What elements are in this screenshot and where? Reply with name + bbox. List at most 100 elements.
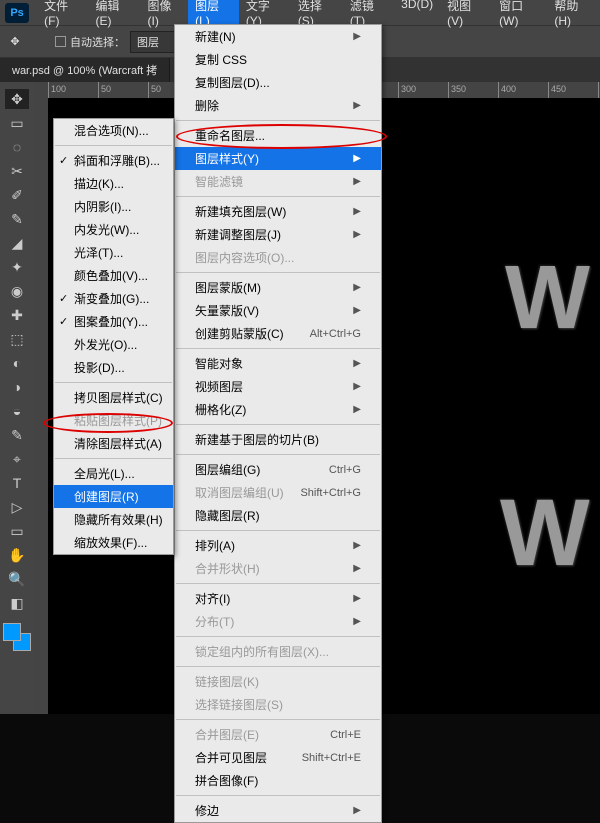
style-submenu-item-8[interactable]: ✓渐变叠加(G)... (54, 287, 173, 310)
ruler-tick: 350 (448, 82, 498, 98)
tool-button-5[interactable]: ✎ (5, 209, 29, 229)
tool-button-20[interactable]: 🔍 (5, 569, 29, 589)
layer-menu-item-5[interactable]: 重命名图层... (175, 124, 381, 147)
menu-item-8[interactable]: 视图(V) (440, 0, 492, 31)
layer-menu-item-14[interactable]: 矢量蒙版(V)▶ (175, 299, 381, 322)
menu-item-10[interactable]: 帮助(H) (547, 0, 600, 31)
style-submenu-item-20[interactable]: 缩放效果(F)... (54, 531, 173, 554)
layer-menu-item-11: 图层内容选项(O)... (175, 246, 381, 269)
layer-menu-item-25[interactable]: 隐藏图层(R) (175, 504, 381, 527)
layer-menu-item-13[interactable]: 图层蒙版(M)▶ (175, 276, 381, 299)
layer-menu-item-6[interactable]: 图层样式(Y)▶ (175, 147, 381, 170)
tool-button-0[interactable]: ✥ (5, 89, 29, 109)
layer-style-submenu: 混合选项(N)... ✓斜面和浮雕(B)...描边(K)...内阴影(I)...内… (53, 118, 174, 555)
tool-button-14[interactable]: ✎ (5, 425, 29, 445)
style-submenu-item-15[interactable]: 清除图层样式(A) (54, 432, 173, 455)
layer-menu-item-7: 智能滤镜▶ (175, 170, 381, 193)
menubar: Ps 文件(F)编辑(E)图像(I)图层(L)文字(Y)选择(S)滤镜(T)3D… (0, 0, 600, 25)
layer-menu-item-35: 链接图层(K) (175, 670, 381, 693)
separator (176, 272, 380, 273)
style-submenu-item-2[interactable]: ✓斜面和浮雕(B)... (54, 149, 173, 172)
tool-button-2[interactable]: ◌ (5, 137, 29, 157)
layer-menu-item-31: 分布(T)▶ (175, 610, 381, 633)
separator (176, 196, 380, 197)
tool-button-21[interactable]: ◧ (5, 593, 29, 613)
separator (176, 454, 380, 455)
layer-menu-item-27[interactable]: 排列(A)▶ (175, 534, 381, 557)
menu-item-1[interactable]: 编辑(E) (89, 0, 141, 31)
move-tool-indicator[interactable]: ✥ (5, 32, 25, 52)
auto-select-checkbox[interactable] (55, 36, 66, 47)
tool-button-13[interactable]: ◒ (5, 401, 29, 421)
layer-menu-item-3[interactable]: 删除▶ (175, 94, 381, 117)
style-submenu-item-9[interactable]: ✓图案叠加(Y)... (54, 310, 173, 333)
layer-menu-item-21[interactable]: 新建基于图层的切片(B) (175, 428, 381, 451)
layer-menu-item-15[interactable]: 创建剪贴蒙版(C)Alt+Ctrl+G (175, 322, 381, 345)
tool-button-19[interactable]: ✋ (5, 545, 29, 565)
layer-menu-item-2[interactable]: 复制图层(D)... (175, 71, 381, 94)
separator (176, 666, 380, 667)
separator (55, 145, 172, 146)
ruler-tick: 450 (548, 82, 598, 98)
layer-menu-item-0[interactable]: 新建(N)▶ (175, 25, 381, 48)
layer-menu-item-17[interactable]: 智能对象▶ (175, 352, 381, 375)
tool-button-12[interactable]: ◑ (5, 377, 29, 397)
tool-button-10[interactable]: ⬚ (5, 329, 29, 349)
layer-menu-item-28: 合并形状(H)▶ (175, 557, 381, 580)
tool-button-17[interactable]: ▷ (5, 497, 29, 517)
tool-button-15[interactable]: ⌖ (5, 449, 29, 469)
style-submenu-item-14: 粘贴图层样式(P) (54, 409, 173, 432)
layer-menu-item-10[interactable]: 新建调整图层(J)▶ (175, 223, 381, 246)
tool-button-1[interactable]: ▭ (5, 113, 29, 133)
layer-menu-item-9[interactable]: 新建填充图层(W)▶ (175, 200, 381, 223)
style-submenu-item-17[interactable]: 全局光(L)... (54, 462, 173, 485)
style-submenu-item-4[interactable]: 内阴影(I)... (54, 195, 173, 218)
tool-button-3[interactable]: ✂ (5, 161, 29, 181)
separator (176, 348, 380, 349)
tool-button-18[interactable]: ▭ (5, 521, 29, 541)
style-submenu-item-10[interactable]: 外发光(O)... (54, 333, 173, 356)
style-submenu-item-13[interactable]: 拷贝图层样式(C) (54, 386, 173, 409)
style-submenu-item-5[interactable]: 内发光(W)... (54, 218, 173, 241)
ruler-tick: 100 (48, 82, 98, 98)
tool-button-6[interactable]: ◢ (5, 233, 29, 253)
layer-menu-item-18[interactable]: 视频图层▶ (175, 375, 381, 398)
style-submenu-item-3[interactable]: 描边(K)... (54, 172, 173, 195)
tool-button-7[interactable]: ✦ (5, 257, 29, 277)
tool-button-4[interactable]: ✐ (5, 185, 29, 205)
style-submenu-item-7[interactable]: 颜色叠加(V)... (54, 264, 173, 287)
layer-menu-item-40[interactable]: 拼合图像(F) (175, 769, 381, 792)
layer-menu-item-30[interactable]: 对齐(I)▶ (175, 587, 381, 610)
separator (55, 382, 172, 383)
separator (176, 530, 380, 531)
style-submenu-item-11[interactable]: 投影(D)... (54, 356, 173, 379)
ruler-tick: 300 (398, 82, 448, 98)
layer-menu-item-33: 锁定组内的所有图层(X)... (175, 640, 381, 663)
layer-menu-item-23[interactable]: 图层编组(G)Ctrl+G (175, 458, 381, 481)
style-submenu-item-6[interactable]: 光泽(T)... (54, 241, 173, 264)
style-submenu-item-0[interactable]: 混合选项(N)... (54, 119, 173, 142)
artwork-layer-2: W (495, 468, 600, 598)
tool-button-11[interactable]: ◐ (5, 353, 29, 373)
ps-logo: Ps (5, 3, 29, 23)
menu-item-9[interactable]: 窗口(W) (492, 0, 547, 31)
separator (176, 795, 380, 796)
style-submenu-item-18[interactable]: 创建图层(R) (54, 485, 173, 508)
layer-menu-item-19[interactable]: 栅格化(Z)▶ (175, 398, 381, 421)
separator (176, 719, 380, 720)
separator (176, 583, 380, 584)
tool-button-8[interactable]: ◉ (5, 281, 29, 301)
auto-select-dropdown[interactable]: 图层 (130, 31, 176, 53)
style-submenu-item-19[interactable]: 隐藏所有效果(H) (54, 508, 173, 531)
menu-item-7[interactable]: 3D(D) (394, 0, 440, 31)
color-swatches[interactable] (3, 623, 31, 651)
layer-menu-item-39[interactable]: 合并可见图层Shift+Ctrl+E (175, 746, 381, 769)
layer-menu-item-1[interactable]: 复制 CSS (175, 48, 381, 71)
menu-item-0[interactable]: 文件(F) (37, 0, 88, 31)
separator (176, 424, 380, 425)
document-tab[interactable]: war.psd @ 100% (Warcraft 拷 (0, 58, 170, 82)
tool-button-16[interactable]: T (5, 473, 29, 493)
layer-menu-item-36: 选择链接图层(S) (175, 693, 381, 716)
tool-button-9[interactable]: ✚ (5, 305, 29, 325)
layer-menu-item-42[interactable]: 修边▶ (175, 799, 381, 822)
